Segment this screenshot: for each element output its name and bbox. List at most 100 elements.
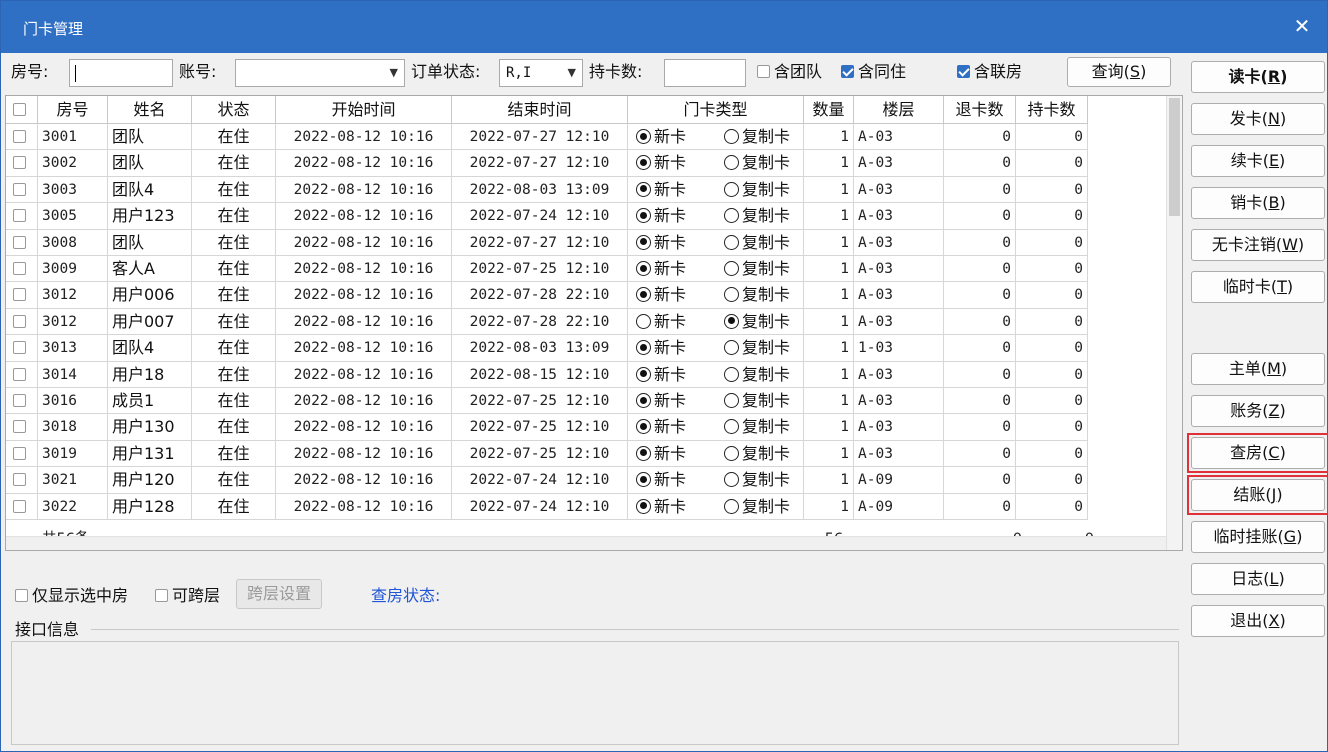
column-header-end[interactable]: 结束时间 xyxy=(452,96,628,124)
checkbox-icon[interactable] xyxy=(13,130,26,143)
table-row[interactable]: 3012 用户007 在住 2022-08-12 10:16 2022-07-28 22… xyxy=(6,308,1088,336)
row-checkbox[interactable] xyxy=(6,150,38,177)
copy-card-radio[interactable]: 复制卡 xyxy=(724,309,790,334)
chevron-down-icon[interactable]: ▼ xyxy=(390,60,398,86)
column-header-type[interactable]: 门卡类型 xyxy=(628,96,804,124)
new-card-radio[interactable]: 新卡 xyxy=(636,414,686,439)
table-row[interactable]: 3018 用户130 在住 2022-08-12 10:16 2022-07-25 12… xyxy=(6,414,1088,441)
new-card-radio[interactable]: 新卡 xyxy=(636,309,686,334)
checkbox-icon[interactable] xyxy=(13,314,26,328)
card-count-input[interactable] xyxy=(664,59,746,87)
radio-icon[interactable] xyxy=(636,129,651,144)
radio-icon[interactable] xyxy=(636,498,651,514)
order-status-combo[interactable]: R,I ▼ xyxy=(499,59,583,87)
select-all-checkbox[interactable] xyxy=(6,96,38,124)
radio-icon[interactable] xyxy=(636,419,651,435)
scrollbar-thumb[interactable] xyxy=(1169,98,1180,216)
row-checkbox[interactable] xyxy=(6,467,38,494)
checkbox-icon[interactable] xyxy=(155,589,168,602)
radio-icon[interactable] xyxy=(636,445,651,461)
include-linked-checkbox[interactable]: 含联房 xyxy=(957,57,1022,87)
checkbox-icon[interactable] xyxy=(13,367,26,381)
row-checkbox[interactable] xyxy=(6,388,38,415)
copy-card-radio[interactable]: 复制卡 xyxy=(724,467,790,492)
table-row[interactable]: 3019 用户131 在住 2022-08-12 10:16 2022-07-25 12… xyxy=(6,440,1088,468)
checkbox-icon[interactable] xyxy=(13,262,26,275)
radio-icon[interactable] xyxy=(724,181,739,197)
read-card-button[interactable]: 读卡(R) xyxy=(1191,61,1325,93)
new-card-radio[interactable]: 新卡 xyxy=(636,177,686,202)
radio-icon[interactable] xyxy=(636,472,651,488)
new-card-radio[interactable]: 新卡 xyxy=(636,362,686,387)
include-group-checkbox[interactable]: 含团队 xyxy=(757,57,822,87)
copy-card-radio[interactable]: 复制卡 xyxy=(724,388,790,413)
vertical-scrollbar[interactable] xyxy=(1166,96,1182,550)
table-row[interactable]: 3016 成员1 在住 2022-08-12 10:16 2022-07-25 12:1… xyxy=(6,388,1088,415)
cancel-no-card-button[interactable]: 无卡注销(W) xyxy=(1191,229,1325,261)
checkbox-icon[interactable] xyxy=(13,499,26,513)
chevron-down-icon[interactable]: ▼ xyxy=(568,60,576,86)
column-header-room[interactable]: 房号 xyxy=(38,96,108,124)
column-header-floor[interactable]: 楼层 xyxy=(854,96,944,124)
radio-icon[interactable] xyxy=(724,498,739,514)
new-card-radio[interactable]: 新卡 xyxy=(636,230,686,255)
row-checkbox[interactable] xyxy=(6,414,38,441)
accounts-button[interactable]: 账务(Z) xyxy=(1191,395,1325,427)
copy-card-radio[interactable]: 复制卡 xyxy=(724,230,790,255)
checkbox-checked-icon[interactable] xyxy=(957,65,970,78)
cross-floor-checkbox[interactable]: 可跨层 xyxy=(155,581,220,611)
cancel-card-button[interactable]: 销卡(B) xyxy=(1191,187,1325,219)
row-checkbox[interactable] xyxy=(6,440,38,468)
radio-icon[interactable] xyxy=(724,129,739,144)
new-card-radio[interactable]: 新卡 xyxy=(636,203,686,228)
radio-icon[interactable] xyxy=(636,393,651,408)
new-card-radio[interactable]: 新卡 xyxy=(636,467,686,492)
log-button[interactable]: 日志(L) xyxy=(1191,563,1325,595)
radio-icon[interactable] xyxy=(724,366,739,382)
copy-card-radio[interactable]: 复制卡 xyxy=(724,256,790,281)
room-input[interactable] xyxy=(69,59,173,87)
checkbox-icon[interactable] xyxy=(13,473,26,487)
new-card-radio[interactable]: 新卡 xyxy=(636,494,686,519)
radio-icon[interactable] xyxy=(724,208,739,224)
radio-icon[interactable] xyxy=(636,234,651,250)
radio-icon[interactable] xyxy=(724,313,739,329)
radio-icon[interactable] xyxy=(724,155,739,171)
row-checkbox[interactable] xyxy=(6,256,38,283)
checkbox-icon[interactable] xyxy=(13,341,26,355)
column-header-name[interactable]: 姓名 xyxy=(108,96,192,124)
radio-icon[interactable] xyxy=(724,234,739,250)
radio-icon[interactable] xyxy=(636,366,651,382)
copy-card-radio[interactable]: 复制卡 xyxy=(724,494,790,519)
column-header-held[interactable]: 持卡数 xyxy=(1016,96,1088,124)
column-header-start[interactable]: 开始时间 xyxy=(276,96,452,124)
cross-floor-settings-button[interactable]: 跨层设置 xyxy=(236,579,322,609)
row-checkbox[interactable] xyxy=(6,176,38,204)
radio-icon[interactable] xyxy=(724,445,739,461)
copy-card-radio[interactable]: 复制卡 xyxy=(724,124,790,149)
new-card-radio[interactable]: 新卡 xyxy=(636,150,686,175)
radio-icon[interactable] xyxy=(636,313,651,329)
account-combo[interactable]: ▼ xyxy=(235,59,405,87)
checkbox-icon[interactable] xyxy=(13,209,26,223)
issue-card-button[interactable]: 发卡(N) xyxy=(1191,103,1325,135)
copy-card-radio[interactable]: 复制卡 xyxy=(724,203,790,228)
radio-icon[interactable] xyxy=(724,261,739,276)
copy-card-radio[interactable]: 复制卡 xyxy=(724,335,790,360)
table-row[interactable]: 3001 团队 在住 2022-08-12 10:16 2022-07-27 12:10… xyxy=(6,124,1088,151)
new-card-radio[interactable]: 新卡 xyxy=(636,335,686,360)
radio-icon[interactable] xyxy=(724,393,739,408)
radio-icon[interactable] xyxy=(636,181,651,197)
radio-icon[interactable] xyxy=(636,340,651,356)
checkbox-icon[interactable] xyxy=(13,288,26,302)
table-row[interactable]: 3003 团队4 在住 2022-08-12 10:16 2022-08-03 13:0… xyxy=(6,176,1088,204)
temp-hang-button[interactable]: 临时挂账(G) xyxy=(1191,521,1325,553)
horizontal-scrollbar[interactable] xyxy=(6,536,1166,550)
row-checkbox[interactable] xyxy=(6,493,38,520)
exit-button[interactable]: 退出(X) xyxy=(1191,605,1325,637)
master-bill-button[interactable]: 主单(M) xyxy=(1191,353,1325,385)
new-card-radio[interactable]: 新卡 xyxy=(636,388,686,413)
table-row[interactable]: 3014 用户18 在住 2022-08-12 10:16 2022-08-15 12:… xyxy=(6,361,1088,388)
copy-card-radio[interactable]: 复制卡 xyxy=(724,282,790,307)
checkbox-icon[interactable] xyxy=(13,156,26,170)
